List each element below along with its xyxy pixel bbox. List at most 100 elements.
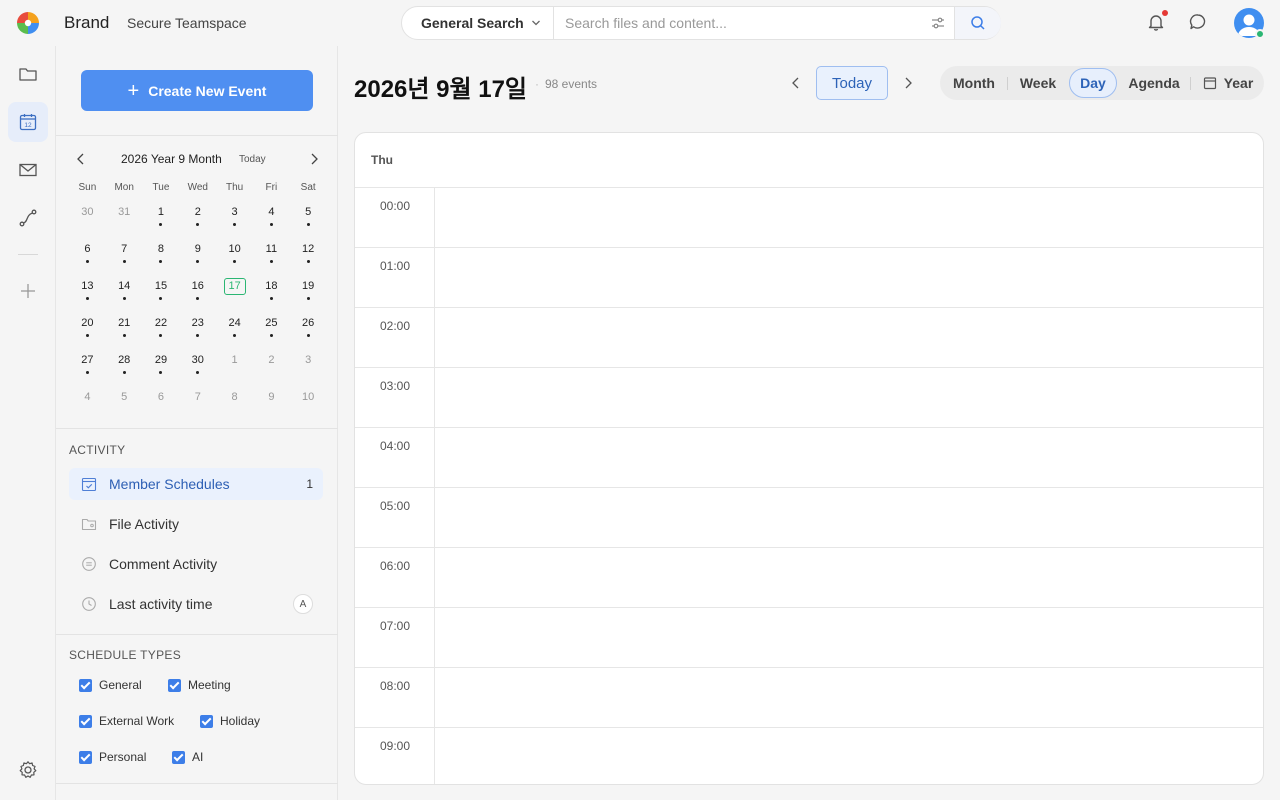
filter-settings-icon[interactable] [930, 15, 946, 31]
mini-calendar-day[interactable]: 11 [253, 237, 290, 274]
day-number: 5 [305, 206, 312, 218]
mini-calendar-day[interactable]: 31 [106, 200, 143, 237]
mini-calendar-day[interactable]: 6 [69, 237, 106, 274]
mini-calendar-day-today[interactable]: 17 [216, 274, 253, 311]
mini-calendar-today-button[interactable]: Today [239, 154, 266, 165]
hour-slot[interactable] [435, 248, 1263, 307]
schedule-type-general[interactable]: General [79, 678, 142, 692]
view-week-button[interactable]: Week [1010, 68, 1066, 98]
mini-calendar-day[interactable]: 5 [106, 385, 143, 422]
rail-mail[interactable] [8, 150, 48, 190]
chevron-left-icon[interactable] [73, 151, 89, 167]
hour-slot[interactable] [435, 488, 1263, 547]
rail-settings[interactable] [8, 750, 48, 790]
mini-calendar-day[interactable]: 12 [290, 237, 327, 274]
search-scope-dropdown[interactable]: General Search [402, 7, 554, 39]
checkbox[interactable] [79, 678, 92, 692]
chevron-right-icon[interactable] [900, 75, 916, 91]
mini-calendar-day[interactable]: 2 [179, 200, 216, 237]
mini-calendar-day[interactable]: 14 [106, 274, 143, 311]
rail-add[interactable] [8, 271, 48, 311]
mini-calendar-day[interactable]: 21 [106, 311, 143, 348]
mini-calendar-day[interactable]: 16 [179, 274, 216, 311]
hour-slot[interactable] [435, 608, 1263, 667]
activity-last-time[interactable]: Last activity time A [69, 588, 323, 620]
chevron-right-icon[interactable] [306, 151, 322, 167]
panel-divider [56, 428, 338, 429]
mini-calendar-day[interactable]: 23 [179, 311, 216, 348]
mini-calendar-day[interactable]: 27 [69, 348, 106, 385]
mini-calendar-day[interactable]: 2 [253, 348, 290, 385]
rail-calendar[interactable]: 12 [8, 102, 48, 142]
checkbox[interactable] [172, 750, 185, 764]
checkbox[interactable] [79, 714, 92, 728]
brand-logo-icon[interactable] [16, 11, 40, 35]
mini-calendar-day[interactable]: 7 [106, 237, 143, 274]
mini-calendar-day[interactable]: 4 [69, 385, 106, 422]
hour-slot[interactable] [435, 428, 1263, 487]
hour-slot[interactable] [435, 368, 1263, 427]
mini-calendar-day[interactable]: 9 [253, 385, 290, 422]
schedule-type-meeting[interactable]: Meeting [168, 678, 231, 692]
mini-calendar-day[interactable]: 13 [69, 274, 106, 311]
checkbox[interactable] [79, 750, 92, 764]
create-event-button[interactable]: + Create New Event [81, 70, 313, 111]
schedule-type-external-work[interactable]: External Work [79, 714, 174, 728]
mini-calendar-day[interactable]: 8 [216, 385, 253, 422]
schedule-type-holiday[interactable]: Holiday [200, 714, 260, 728]
calendar-icon: 12 [19, 114, 37, 131]
rail-workflow[interactable] [8, 198, 48, 238]
mini-calendar-day[interactable]: 9 [179, 237, 216, 274]
mini-calendar-day[interactable]: 18 [253, 274, 290, 311]
activity-comment[interactable]: Comment Activity [69, 548, 323, 580]
hour-slot[interactable] [435, 188, 1263, 247]
mini-calendar-day[interactable]: 20 [69, 311, 106, 348]
hour-slot[interactable] [435, 728, 1263, 784]
mini-calendar-day[interactable]: 24 [216, 311, 253, 348]
mini-calendar-day[interactable]: 4 [253, 200, 290, 237]
schedule-type-personal[interactable]: Personal [79, 750, 146, 764]
mini-calendar-day[interactable]: 7 [179, 385, 216, 422]
mini-calendar-day[interactable]: 26 [290, 311, 327, 348]
hour-slot[interactable] [435, 668, 1263, 727]
mini-calendar-day[interactable]: 25 [253, 311, 290, 348]
chevron-left-icon[interactable] [788, 75, 804, 91]
view-agenda-button[interactable]: Agenda [1122, 68, 1186, 98]
mini-calendar-day[interactable]: 3 [290, 348, 327, 385]
mini-calendar-day[interactable]: 1 [216, 348, 253, 385]
mini-calendar-day[interactable]: 5 [290, 200, 327, 237]
mini-calendar-day[interactable]: 19 [290, 274, 327, 311]
today-button[interactable]: Today [816, 66, 888, 100]
hour-slot[interactable] [435, 308, 1263, 367]
mini-calendar-day[interactable]: 6 [143, 385, 180, 422]
activity-file[interactable]: File Activity [69, 508, 323, 540]
search-button[interactable] [954, 7, 1001, 39]
activity-member-schedules[interactable]: Member Schedules 1 [69, 468, 323, 500]
schedule-type-ai[interactable]: AI [172, 750, 203, 764]
search-input[interactable] [565, 7, 915, 39]
rail-files[interactable] [8, 54, 48, 94]
view-month-button[interactable]: Month [944, 68, 1004, 98]
mini-calendar-day[interactable]: 30 [179, 348, 216, 385]
mini-calendar-day[interactable]: 29 [143, 348, 180, 385]
mini-calendar-day[interactable]: 22 [143, 311, 180, 348]
view-day-button[interactable]: Day [1069, 68, 1117, 98]
day-number: 10 [228, 243, 241, 255]
checkbox[interactable] [200, 714, 213, 728]
checkbox[interactable] [168, 678, 181, 692]
sort-badge[interactable]: A [293, 594, 313, 614]
activity-count: 1 [306, 477, 313, 491]
mini-calendar-day[interactable]: 15 [143, 274, 180, 311]
chat-icon[interactable] [1188, 12, 1208, 32]
mini-calendar-day[interactable]: 3 [216, 200, 253, 237]
view-year-button[interactable]: Year [1196, 68, 1260, 98]
weekday-label: Fri [265, 182, 278, 193]
mini-calendar-day[interactable]: 8 [143, 237, 180, 274]
mini-calendar-day[interactable]: 1 [143, 200, 180, 237]
calendar-icon [1203, 77, 1216, 90]
mini-calendar-day[interactable]: 28 [106, 348, 143, 385]
mini-calendar-day[interactable]: 30 [69, 200, 106, 237]
mini-calendar-day[interactable]: 10 [216, 237, 253, 274]
mini-calendar-day[interactable]: 10 [290, 385, 327, 422]
hour-slot[interactable] [435, 548, 1263, 607]
